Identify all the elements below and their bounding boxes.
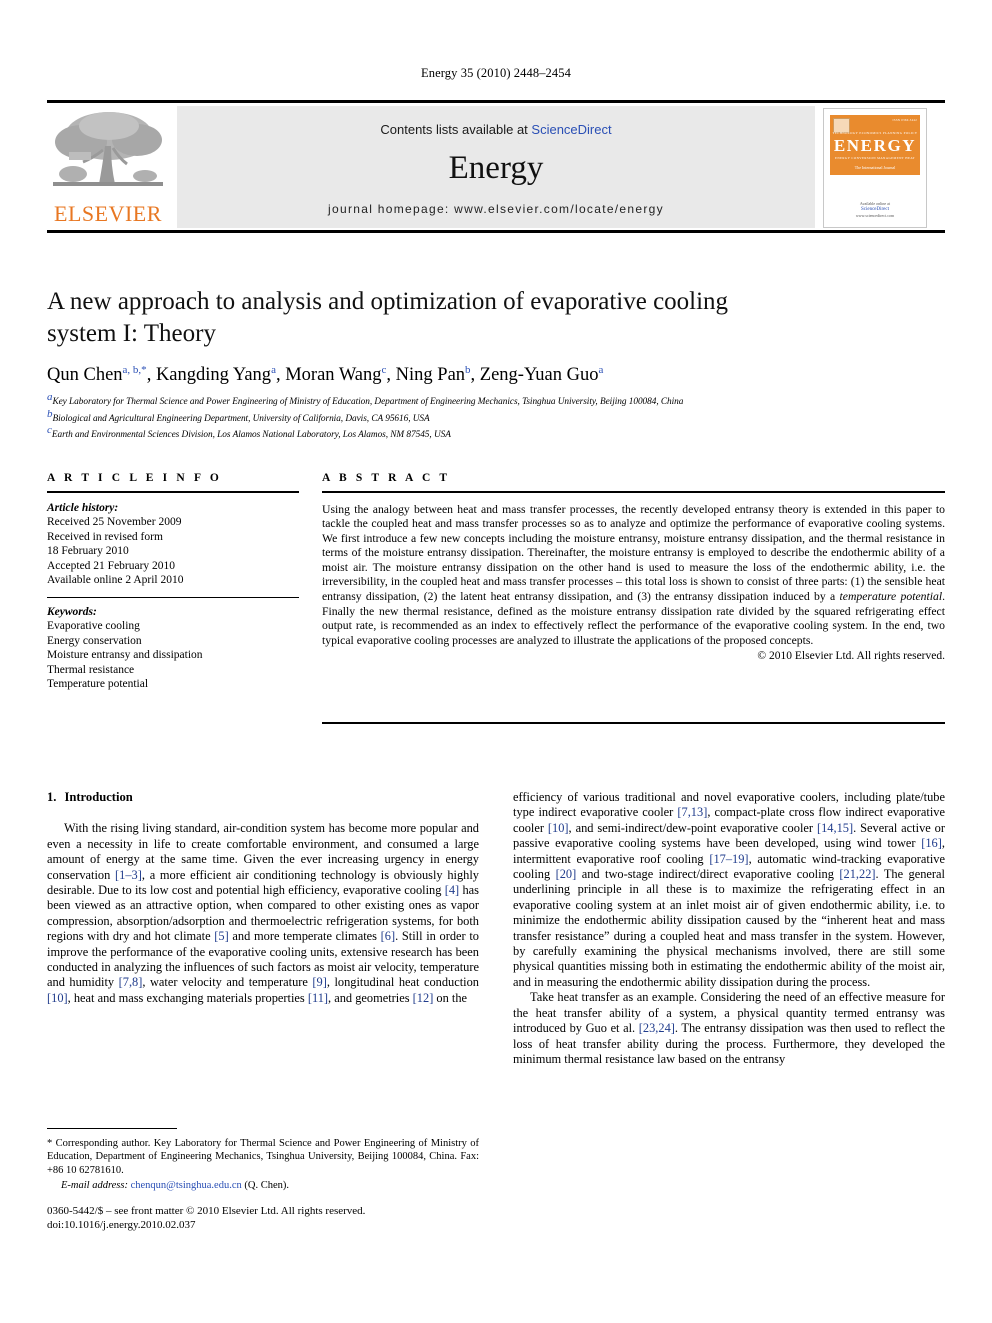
body-left-column: 1. Introduction With the rising living st… — [47, 790, 479, 1006]
abstract-part-1: Using the analogy between heat and mass … — [322, 502, 945, 604]
affiliation-item: aKey Laboratory for Thermal Science and … — [47, 391, 947, 409]
article-title: A new approach to analysis and optimizat… — [47, 288, 729, 347]
elsevier-wordmark: ELSEVIER — [54, 201, 162, 226]
elsevier-logo: ELSEVIER — [47, 106, 169, 228]
article-info-rule — [47, 491, 299, 493]
cover-subtitle: The International Journal — [854, 165, 896, 170]
corresponding-author-footnote: * Corresponding author. Key Laboratory f… — [47, 1128, 479, 1192]
page-footer: 0360-5442/$ – see front matter © 2010 El… — [47, 1204, 607, 1232]
email-address-label: E-mail address: — [61, 1179, 128, 1191]
footnote-email-line: E-mail address: chenqun@tsinghua.edu.cn … — [47, 1179, 479, 1192]
author-name[interactable]: Zeng-Yuan Guo — [480, 365, 599, 385]
article-history-item: Available online 2 April 2010 — [47, 574, 184, 586]
author-affiliation-marks: a — [271, 364, 276, 376]
affiliation-item: bBiological and Agricultural Engineering… — [47, 408, 947, 426]
article-info-heading: A R T I C L E I N F O — [47, 472, 222, 484]
elsevier-tree-icon — [53, 112, 163, 186]
affiliation-text: Key Laboratory for Thermal Science and P… — [52, 397, 684, 408]
affiliation-list: aKey Laboratory for Thermal Science and … — [47, 391, 947, 442]
footnote-rule — [47, 1128, 177, 1130]
author-name[interactable]: Kangding Yang — [156, 365, 271, 385]
cover-title: ENERGY — [833, 136, 917, 155]
author-name[interactable]: Ning Pan — [396, 365, 465, 385]
cover-top-microtext: TECHNOLOGY ECONOMICS PLANNING POLICY — [832, 131, 918, 135]
author-affiliation-marks: a — [598, 364, 604, 376]
running-head: Energy 35 (2010) 2448–2454 — [421, 66, 571, 80]
journal-title: Energy — [448, 150, 544, 186]
intro-paragraph-left: With the rising living standard, air-con… — [47, 821, 479, 1005]
article-history-item: Received 25 November 2009 — [47, 516, 182, 528]
affiliation-item: cEarth and Environmental Sciences Divisi… — [47, 425, 947, 442]
section-heading-introduction: 1. Introduction — [47, 790, 479, 805]
body-right-column: efficiency of various traditional and no… — [513, 790, 945, 1067]
article-history-item: Received in revised form — [47, 530, 163, 543]
author-affiliation-marks: b — [465, 364, 471, 376]
cover-url: www.sciencedirect.com — [855, 213, 895, 218]
author-affiliation-marks: c — [381, 364, 387, 376]
article-history-label: Article history: — [47, 501, 119, 514]
issn-front-matter-line: 0360-5442/$ – see front matter © 2010 El… — [47, 1205, 366, 1217]
keyword-item: Energy conservation — [47, 634, 142, 647]
abstract-heading: A B S T R A C T — [322, 472, 451, 484]
masthead-bottom-rule — [47, 230, 945, 233]
journal-homepage-link[interactable]: journal homepage: www.elsevier.com/locat… — [177, 202, 815, 216]
article-history-item: Accepted 21 February 2010 — [47, 559, 176, 572]
affiliation-text: Biological and Agricultural Engineering … — [52, 413, 430, 424]
keyword-item: Evaporative cooling — [47, 620, 140, 632]
email-owner: (Q. Chen). — [244, 1179, 290, 1191]
contents-available-line: Contents lists available at ScienceDirec… — [177, 122, 815, 137]
paper-page: Energy 35 (2010) 2448–2454 ELSEVIER Cont… — [0, 0, 992, 1323]
author-list: Qun Chena, b,*, Kangding Yanga, Moran Wa… — [47, 364, 604, 386]
abstract-text: Using the analogy between heat and mass … — [322, 503, 945, 649]
journal-cover-thumbnail: ISSN 0360-5442 TECHNOLOGY ECONOMICS PLAN… — [823, 108, 927, 228]
article-history-item: 18 February 2010 — [47, 545, 129, 557]
journal-masthead: ELSEVIER Contents lists available at Sci… — [47, 100, 945, 233]
masthead-top-rule — [47, 100, 945, 103]
sciencedirect-link[interactable]: ScienceDirect — [531, 122, 611, 137]
keywords-label: Keywords: — [47, 605, 97, 618]
affiliation-text: Earth and Environmental Sciences Divisio… — [51, 430, 451, 441]
author-name[interactable]: Qun Chen — [47, 365, 123, 385]
section-number: 1. — [47, 790, 57, 804]
keyword-item: Thermal resistance — [47, 663, 135, 676]
keyword-item: Moisture entransy and dissipation — [47, 649, 203, 661]
intro-paragraph-right-1: efficiency of various traditional and no… — [513, 790, 946, 989]
author-name[interactable]: Moran Wang — [285, 365, 381, 385]
article-info-column: A R T I C L E I N F O Article history: R… — [47, 472, 299, 692]
author-affiliation-marks: a, b,* — [122, 364, 147, 376]
cover-bottom-microtext: ENERGY CONVERSION MANAGEMENT HEAT — [834, 156, 916, 160]
cover-orange-band: ISSN 0360-5442 TECHNOLOGY ECONOMICS PLAN… — [830, 115, 920, 175]
journal-band: Contents lists available at ScienceDirec… — [177, 106, 815, 228]
cover-sciencedirect-block: Available online at ScienceDirect www.sc… — [824, 201, 926, 219]
cover-issn-label: ISSN 0360-5442 — [892, 118, 917, 122]
abstract-rule — [322, 491, 945, 493]
section-title: Introduction — [64, 790, 133, 804]
abstract-italic-term: temperature potential — [839, 590, 943, 604]
abstract-copyright: © 2010 Elsevier Ltd. All rights reserved… — [757, 650, 945, 663]
footnote-text: * Corresponding author. Key Laboratory f… — [47, 1138, 479, 1176]
abstract-column: A B S T R A C T Using the analogy betwee… — [322, 472, 945, 662]
email-address-link[interactable]: chenqun@tsinghua.edu.cn — [131, 1180, 242, 1191]
abstract-bottom-rule — [322, 722, 945, 724]
intro-paragraph-right-2: Take heat transfer as an example. Consid… — [513, 990, 945, 1066]
keyword-item: Temperature potential — [47, 678, 149, 690]
doi-line[interactable]: doi:10.1016/j.energy.2010.02.037 — [47, 1218, 607, 1232]
keywords-divider — [47, 596, 299, 598]
contents-available-text: Contents lists available at — [380, 122, 532, 137]
